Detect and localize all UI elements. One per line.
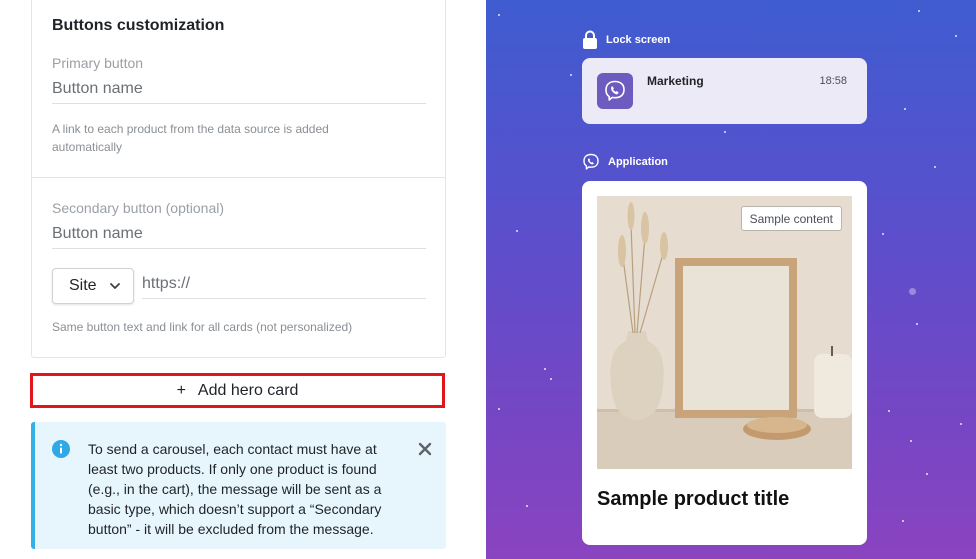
star bbox=[909, 288, 916, 295]
section-title: Buttons customization bbox=[52, 17, 225, 34]
primary-button-label: Primary button bbox=[52, 55, 144, 71]
lock-icon bbox=[583, 30, 597, 49]
notification-sender: Marketing bbox=[647, 74, 704, 88]
star bbox=[955, 35, 957, 37]
secondary-button-name-input[interactable] bbox=[52, 219, 426, 249]
star bbox=[902, 520, 904, 522]
star bbox=[570, 74, 572, 76]
star bbox=[544, 368, 546, 370]
plus-icon: + bbox=[176, 381, 186, 399]
application-label: Application bbox=[608, 156, 668, 168]
primary-button-name-input[interactable] bbox=[52, 74, 426, 104]
chevron-down-icon bbox=[110, 283, 120, 289]
star bbox=[498, 408, 500, 410]
star bbox=[550, 378, 552, 380]
star bbox=[904, 108, 906, 110]
star bbox=[934, 166, 936, 168]
preview-panel: Lock screen Marketing 18:58 Application bbox=[486, 0, 976, 559]
sample-content-badge: Sample content bbox=[740, 206, 842, 231]
lock-screen-notification: Marketing 18:58 bbox=[582, 58, 867, 124]
star bbox=[960, 423, 962, 425]
carousel-card-preview: Sample content Sample product title bbox=[582, 181, 867, 545]
editor-panel: Buttons customization Primary button A l… bbox=[0, 0, 486, 559]
star bbox=[724, 131, 726, 133]
add-hero-card-button[interactable]: + Add hero card bbox=[30, 373, 445, 408]
add-hero-card-label: Add hero card bbox=[197, 381, 299, 399]
secondary-button-label: Secondary button (optional) bbox=[52, 200, 224, 216]
star bbox=[526, 505, 528, 507]
notification-time: 18:58 bbox=[819, 75, 847, 87]
application-header: Application bbox=[582, 153, 668, 171]
star bbox=[918, 10, 920, 12]
primary-button-card: Buttons customization Primary button A l… bbox=[31, 0, 446, 178]
star bbox=[910, 440, 912, 442]
lock-screen-header: Lock screen bbox=[582, 30, 670, 50]
info-icon bbox=[52, 440, 70, 458]
secondary-button-hint: Same button text and link for all cards … bbox=[52, 320, 353, 334]
star bbox=[882, 233, 884, 235]
viber-icon bbox=[597, 73, 633, 109]
star bbox=[498, 14, 500, 16]
product-title: Sample product title bbox=[597, 488, 790, 510]
link-type-select[interactable]: Site bbox=[52, 268, 134, 304]
star bbox=[926, 473, 928, 475]
lock-screen-label: Lock screen bbox=[606, 34, 671, 46]
star bbox=[916, 323, 918, 325]
star bbox=[888, 410, 890, 412]
info-notice: To send a carousel, each contact must ha… bbox=[31, 422, 446, 549]
info-notice-text: To send a carousel, each contact must ha… bbox=[88, 441, 382, 537]
star bbox=[516, 230, 518, 232]
link-type-value: Site bbox=[69, 277, 97, 294]
primary-button-hint: A link to each product from the data sou… bbox=[52, 122, 329, 154]
secondary-button-url-input[interactable] bbox=[142, 269, 426, 299]
viber-icon bbox=[583, 153, 599, 170]
secondary-button-card: Secondary button (optional) Site Same bu… bbox=[31, 177, 446, 358]
close-icon[interactable] bbox=[418, 442, 432, 456]
product-image: Sample content bbox=[597, 196, 852, 469]
